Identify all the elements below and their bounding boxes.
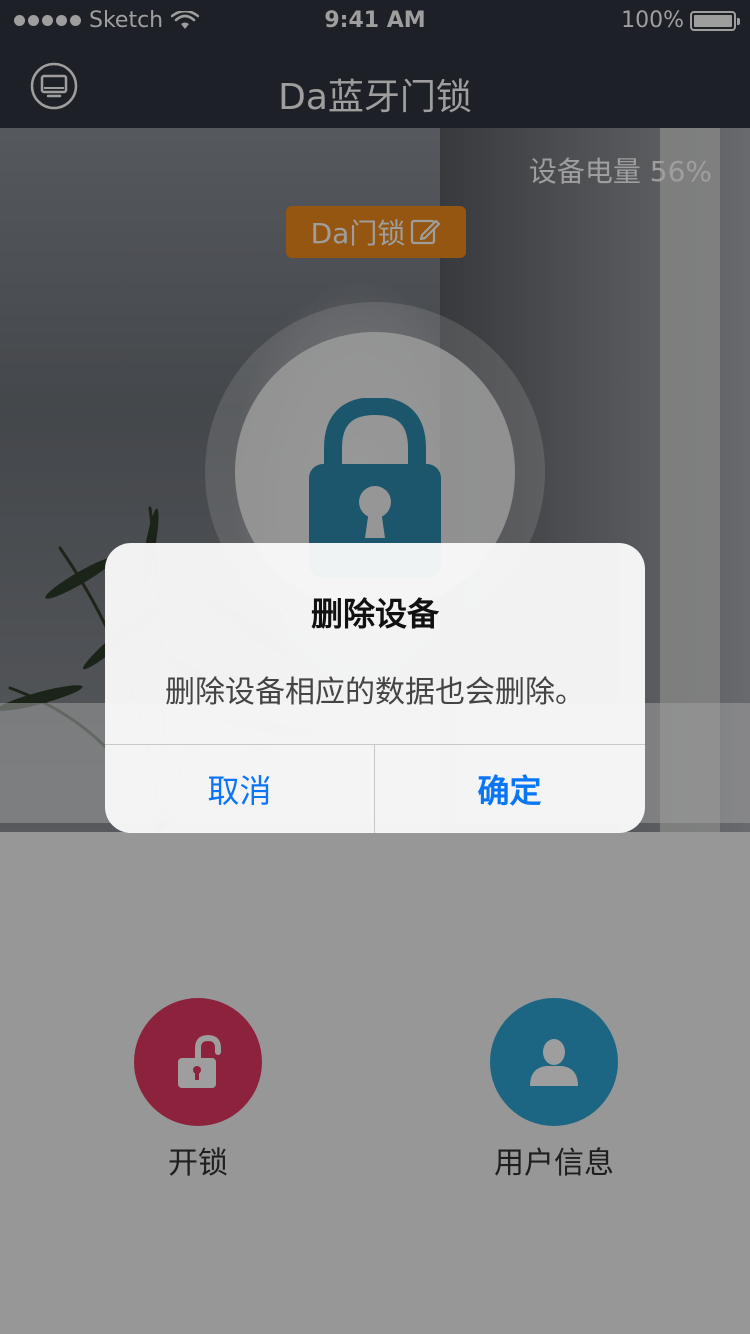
delete-device-alert: 删除设备 删除设备相应的数据也会删除。 取消 确定	[105, 543, 645, 833]
alert-message: 删除设备相应的数据也会删除。	[165, 675, 585, 710]
alert-title: 删除设备	[310, 595, 439, 633]
cancel-button[interactable]: 取消	[105, 745, 374, 833]
confirm-button[interactable]: 确定	[375, 745, 644, 833]
